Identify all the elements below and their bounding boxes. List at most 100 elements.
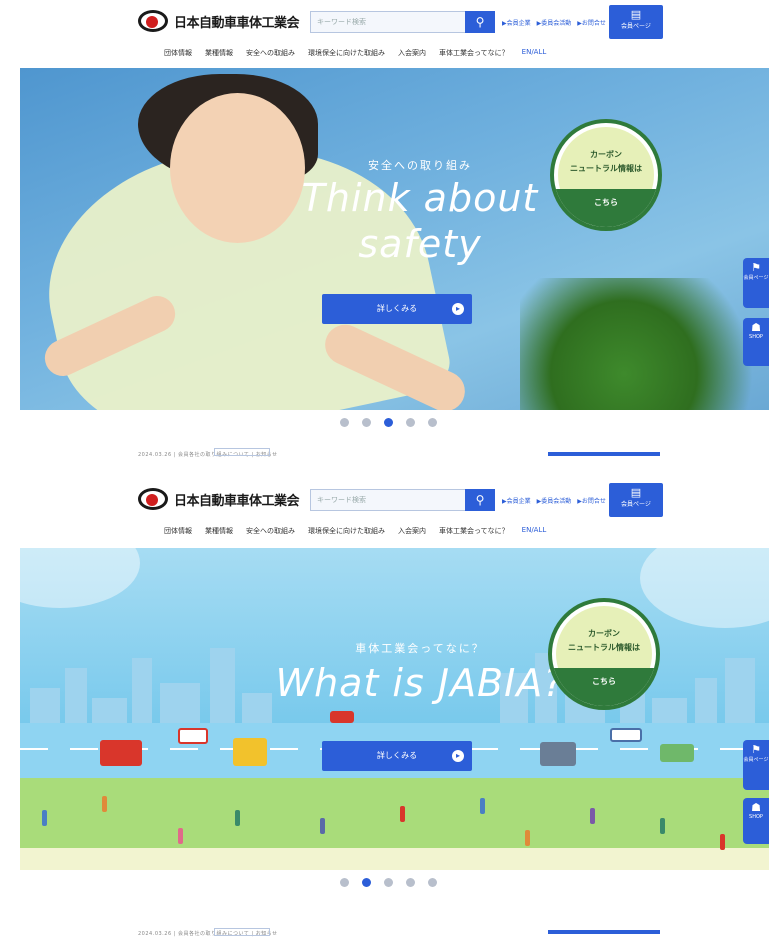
nav-item-what-is[interactable]: 車体工業会ってなに？ bbox=[439, 526, 509, 536]
search-input[interactable]: キーワード検索 bbox=[310, 11, 465, 33]
search-button[interactable]: ⚲ bbox=[465, 489, 495, 511]
tractor-icon bbox=[233, 738, 267, 766]
side-tab-member-label: 会員ページ bbox=[743, 275, 769, 281]
shop-icon: ☗ bbox=[751, 321, 761, 334]
pager-dot-active[interactable] bbox=[384, 418, 393, 427]
side-tab-shop-label: SHOP bbox=[749, 814, 763, 820]
person-icon bbox=[178, 828, 183, 844]
nav-item-language[interactable]: EN/ALL bbox=[522, 526, 547, 536]
news-progress-bar bbox=[548, 930, 660, 934]
badge-line2: ニュートラル情報は bbox=[568, 643, 640, 652]
slider-pager bbox=[340, 878, 437, 887]
carbon-neutral-badge[interactable]: カーボン ニュートラル情報は こちら bbox=[550, 119, 662, 231]
person-icon bbox=[320, 818, 325, 834]
person-icon bbox=[720, 834, 725, 850]
nav-item-environment[interactable]: 環境保全に向けた取組み bbox=[308, 48, 385, 58]
nav-item-language[interactable]: EN/ALL bbox=[522, 48, 547, 58]
pager-dot[interactable] bbox=[384, 878, 393, 887]
badge-more-label: こちら bbox=[592, 677, 616, 686]
badge-line2: ニュートラル情報は bbox=[570, 164, 642, 173]
hero-cta-button[interactable]: 詳しくみる ▸ bbox=[322, 294, 472, 324]
side-tab-shop[interactable]: ☗ SHOP bbox=[743, 798, 769, 844]
document-icon: ▤ bbox=[630, 486, 642, 499]
side-tab-shop-label: SHOP bbox=[749, 334, 763, 340]
member-page-label: 会員ページ bbox=[621, 23, 651, 30]
police-car-icon bbox=[610, 728, 642, 742]
cloud-illustration bbox=[640, 548, 769, 628]
badge-footer bbox=[554, 189, 658, 227]
quick-links: ▶会員企業 ▶委員会活動 ▶お問合せ bbox=[502, 18, 606, 27]
quick-link-committee[interactable]: ▶委員会活動 bbox=[537, 18, 572, 27]
pager-dot[interactable] bbox=[428, 878, 437, 887]
badge-more-label: こちら bbox=[594, 198, 618, 207]
nav-item-about[interactable]: 団体情報 bbox=[164, 526, 192, 536]
hero-cta-button[interactable]: 詳しくみる ▸ bbox=[322, 741, 472, 771]
pager-dot[interactable] bbox=[406, 878, 415, 887]
pager-dot[interactable] bbox=[340, 418, 349, 427]
hero-slide-safety: 安全への取り組み Think about safety 詳しくみる ▸ カーボン… bbox=[20, 68, 769, 410]
side-tab-member[interactable]: ⚑ 会員ページ bbox=[743, 740, 769, 790]
site-logo[interactable]: 日本自動車車体工業会 bbox=[138, 488, 308, 510]
badge-footer bbox=[552, 668, 656, 706]
arrow-right-icon: ▸ bbox=[452, 750, 464, 762]
pager-dot[interactable] bbox=[340, 878, 349, 887]
pager-dot[interactable] bbox=[406, 418, 415, 427]
site-header: 日本自動車車体工業会 キーワード検索 ⚲ ▶会員企業 ▶委員会活動 ▶お問合せ … bbox=[0, 478, 769, 546]
truck-icon bbox=[330, 711, 354, 723]
logo-mark-icon bbox=[138, 10, 168, 32]
nav-item-join[interactable]: 入会案内 bbox=[398, 526, 426, 536]
car-icon bbox=[660, 744, 694, 762]
person-icon bbox=[400, 806, 405, 822]
logo-text: 日本自動車車体工業会 bbox=[174, 493, 300, 509]
screenshot-what-is-jabia: 日本自動車車体工業会 キーワード検索 ⚲ ▶会員企業 ▶委員会活動 ▶お問合せ … bbox=[0, 478, 769, 943]
search-icon: ⚲ bbox=[475, 493, 485, 507]
slider-pager bbox=[340, 418, 437, 427]
search-input[interactable]: キーワード検索 bbox=[310, 489, 465, 511]
lock-icon: ⚑ bbox=[751, 743, 761, 756]
side-tab-shop[interactable]: ☗ SHOP bbox=[743, 318, 769, 366]
pager-dot[interactable] bbox=[362, 418, 371, 427]
news-progress-bar bbox=[548, 452, 660, 456]
search-icon: ⚲ bbox=[475, 15, 485, 29]
person-icon bbox=[660, 818, 665, 834]
nav-item-environment[interactable]: 環境保全に向けた取組み bbox=[308, 526, 385, 536]
ambulance-icon bbox=[178, 728, 208, 744]
person-icon bbox=[102, 796, 107, 812]
nav-item-about[interactable]: 団体情報 bbox=[164, 48, 192, 58]
nav-item-industry[interactable]: 業種情報 bbox=[205, 526, 233, 536]
member-page-button[interactable]: ▤ 会員ページ bbox=[609, 5, 663, 39]
shop-icon: ☗ bbox=[751, 801, 761, 814]
nav-item-join[interactable]: 入会案内 bbox=[398, 48, 426, 58]
badge-line1: カーボン bbox=[590, 150, 622, 159]
nav-item-industry[interactable]: 業種情報 bbox=[205, 48, 233, 58]
side-tab-member[interactable]: ⚑ 会員ページ bbox=[743, 258, 769, 308]
person-icon bbox=[42, 810, 47, 826]
nav-item-safety[interactable]: 安全への取組み bbox=[246, 526, 295, 536]
search-button[interactable]: ⚲ bbox=[465, 11, 495, 33]
pager-dot[interactable] bbox=[428, 418, 437, 427]
lock-icon: ⚑ bbox=[751, 261, 761, 274]
global-nav: 団体情報 業種情報 安全への取組み 環境保全に向けた取組み 入会案内 車体工業会… bbox=[164, 526, 546, 536]
quick-link-contact[interactable]: ▶お問合せ bbox=[577, 496, 606, 505]
site-header: 日本自動車車体工業会 キーワード検索 ⚲ ▶会員企業 ▶委員会活動 ▶お問合せ … bbox=[0, 0, 769, 68]
person-icon bbox=[525, 830, 530, 846]
quick-link-contact[interactable]: ▶お問合せ bbox=[577, 18, 606, 27]
hero-cta-label: 詳しくみる bbox=[376, 304, 418, 313]
carbon-neutral-badge[interactable]: カーボン ニュートラル情報は こちら bbox=[548, 598, 660, 710]
hero-slide-what-is: 車体工業会ってなに？ What is JABIA? 詳しくみる ▸ カーボン ニ… bbox=[20, 548, 769, 870]
person-icon bbox=[235, 810, 240, 826]
quick-link-members[interactable]: ▶会員企業 bbox=[502, 496, 531, 505]
site-logo[interactable]: 日本自動車車体工業会 bbox=[138, 10, 308, 32]
arrow-right-icon: ▸ bbox=[452, 303, 464, 315]
quick-link-members[interactable]: ▶会員企業 bbox=[502, 18, 531, 27]
member-page-button[interactable]: ▤ 会員ページ bbox=[609, 483, 663, 517]
cloud-illustration bbox=[20, 548, 140, 608]
person-icon bbox=[590, 808, 595, 824]
quick-link-committee[interactable]: ▶委員会活動 bbox=[537, 496, 572, 505]
nav-item-safety[interactable]: 安全への取組み bbox=[246, 48, 295, 58]
nav-item-what-is[interactable]: 車体工業会ってなに？ bbox=[439, 48, 509, 58]
path-illustration bbox=[20, 848, 769, 870]
hero-eyebrow: 安全への取り組み bbox=[368, 159, 472, 172]
pager-dot-active[interactable] bbox=[362, 878, 371, 887]
hero-eyebrow: 車体工業会ってなに？ bbox=[355, 642, 485, 655]
